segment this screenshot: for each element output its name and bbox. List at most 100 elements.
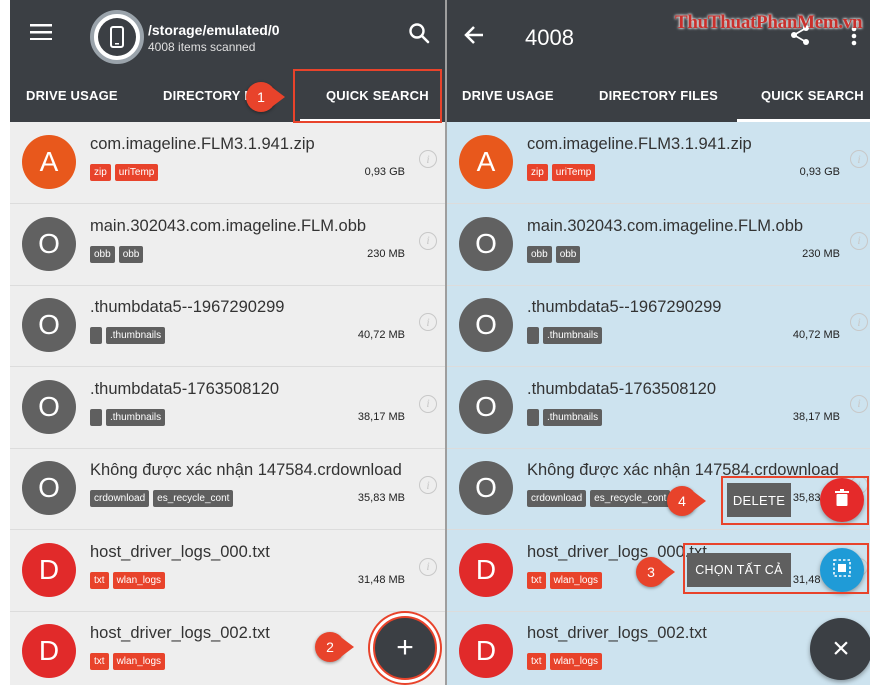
file-tag: obb xyxy=(118,245,144,263)
file-tag: txt xyxy=(527,653,546,670)
list-item[interactable]: O .thumbdata5--1967290299 .thumbnails 40,72… xyxy=(447,285,870,367)
list-item[interactable]: Acom.imageline.FLM3.1.941.zip zip uriTemp 0… xyxy=(10,122,445,204)
right-tab-bar: DRIVE USAGE DIRECTORY FILES QUICK SEARCH xyxy=(447,70,870,122)
callout-2: 2 xyxy=(315,632,345,662)
file-name: .thumbdata5--1967290299 xyxy=(90,298,285,316)
file-size: 0,93 GB xyxy=(799,166,840,178)
file-size: 38,17 MB xyxy=(792,410,840,423)
selection-count: 4008 xyxy=(525,25,574,50)
left-gutter xyxy=(0,0,10,685)
file-tag: .thumbnails xyxy=(543,408,603,426)
menu-icon[interactable] xyxy=(30,24,52,41)
add-fab[interactable]: + xyxy=(373,616,437,680)
file-tag xyxy=(527,327,539,344)
file-tags: obb obb xyxy=(90,245,144,263)
info-icon[interactable]: i xyxy=(850,313,868,331)
close-icon: × xyxy=(832,632,850,665)
file-name: main.302043.com.imageline.FLM.obb xyxy=(90,216,367,235)
list-item[interactable]: Acom.imageline.FLM3.1.941.zip zip uriTemp 0… xyxy=(447,122,870,204)
file-tag: wlan_logs xyxy=(549,653,603,670)
info-icon[interactable]: i xyxy=(419,476,437,494)
list-item[interactable]: Dhost_driver_logs_000.txt txt wlan_logs 31,… xyxy=(10,530,445,612)
file-tags: crdownload es_recycle_cont xyxy=(90,490,234,507)
file-tag: uriTemp xyxy=(551,164,596,181)
close-fab[interactable]: × xyxy=(810,618,870,680)
file-avatar: A xyxy=(459,135,513,189)
file-tag: .thumbnails xyxy=(543,327,603,344)
callout-3: 3 xyxy=(636,557,666,587)
file-avatar: O xyxy=(22,379,76,434)
list-item[interactable]: Omain.302043.com.imageline.FLM.obb obb obb… xyxy=(447,204,870,286)
file-name: host_driver_logs_002.txt xyxy=(527,624,707,642)
scan-count: 4008 items scanned xyxy=(148,40,256,54)
info-icon[interactable]: i xyxy=(419,150,437,168)
list-item[interactable]: O .thumbdata5-1763508120 .thumbnails 38,17 … xyxy=(10,367,445,449)
file-avatar: D xyxy=(22,542,76,597)
info-icon[interactable]: i xyxy=(419,231,437,250)
file-tag: wlan_logs xyxy=(112,653,166,670)
watermark: ThuThuatPhanMem.vn xyxy=(675,12,863,33)
file-size: 230 MB xyxy=(367,247,405,260)
file-tags: .thumbnails xyxy=(527,327,603,344)
file-size: 38,17 MB xyxy=(357,410,405,423)
right-toolbar: 4008 ThuThuatPhanMem.vn xyxy=(447,0,870,70)
file-size: 35,83 MB xyxy=(357,492,405,504)
file-tag: .thumbnails xyxy=(106,408,166,426)
list-item[interactable]: O Không được xác nhận 147584.crdownload cr… xyxy=(10,448,445,530)
file-tag: txt xyxy=(527,571,546,589)
file-tag xyxy=(90,327,102,344)
file-tag: wlan_logs xyxy=(112,571,166,589)
info-icon[interactable]: i xyxy=(419,313,437,331)
tab-directory-files[interactable]: DIRECTORY F xyxy=(163,88,252,103)
file-tag: es_recycle_cont xyxy=(590,490,671,507)
file-size: 40,72 MB xyxy=(357,329,405,341)
file-name: com.imageline.FLM3.1.941.zip xyxy=(527,135,752,153)
highlight-box-quick-search xyxy=(293,69,442,123)
highlight-box-select-all xyxy=(683,543,869,594)
file-tag xyxy=(90,408,102,426)
list-item[interactable]: Dhost_driver_logs_002.txttxtwlan_logs31,… xyxy=(447,611,870,685)
file-tags: txt wlan_logs xyxy=(527,653,603,670)
tab-directory-files[interactable]: DIRECTORY FILES xyxy=(599,88,718,103)
tab-drive-usage[interactable]: DRIVE USAGE xyxy=(462,88,554,103)
callout-4-tip xyxy=(694,492,706,510)
file-tags: txt wlan_logs xyxy=(90,653,166,670)
search-icon[interactable] xyxy=(408,22,430,49)
list-item[interactable]: O .thumbdata5--1967290299 .thumbnails 40,72… xyxy=(10,285,445,367)
info-icon[interactable]: i xyxy=(850,150,868,168)
file-tag xyxy=(527,408,539,426)
file-avatar: O xyxy=(22,216,76,271)
file-size: 0,93 GB xyxy=(364,166,405,178)
list-item[interactable]: Omain.302043.com.imageline.FLM.obb obb obb… xyxy=(10,204,445,286)
callout-1: 1 xyxy=(246,82,276,112)
file-avatar: D xyxy=(459,542,513,597)
phone-icon xyxy=(90,10,144,64)
file-name: host_driver_logs_002.txt xyxy=(90,624,270,642)
info-icon[interactable]: i xyxy=(850,231,868,250)
file-avatar: D xyxy=(22,624,76,678)
list-item[interactable]: O .thumbdata5-1763508120 .thumbnails 38,17 … xyxy=(447,367,870,449)
file-tags: zip uriTemp xyxy=(527,164,596,181)
file-name: com.imageline.FLM3.1.941.zip xyxy=(90,135,315,153)
add-icon: + xyxy=(396,631,414,664)
file-tag: zip xyxy=(527,164,548,181)
file-name: .thumbdata5-1763508120 xyxy=(527,379,716,398)
back-icon[interactable] xyxy=(464,26,484,49)
file-name: .thumbdata5--1967290299 xyxy=(527,298,722,316)
file-tag: crdownload xyxy=(90,490,150,507)
info-icon[interactable]: i xyxy=(850,394,868,413)
file-avatar: O xyxy=(459,461,513,515)
file-tag: txt xyxy=(90,653,109,670)
highlight-box-delete xyxy=(721,476,869,525)
tab-drive-usage[interactable]: DRIVE USAGE xyxy=(26,88,118,103)
file-name: main.302043.com.imageline.FLM.obb xyxy=(527,216,804,235)
info-icon[interactable]: i xyxy=(419,394,437,413)
file-avatar: O xyxy=(459,216,513,271)
storage-path: /storage/emulated/0 xyxy=(148,22,280,38)
info-icon[interactable]: i xyxy=(419,557,437,576)
file-avatar: D xyxy=(459,624,513,678)
file-tag: txt xyxy=(90,571,109,589)
tab-quick-search[interactable]: QUICK SEARCH xyxy=(761,88,864,103)
callout-2-tip xyxy=(342,638,354,656)
file-tag: wlan_logs xyxy=(549,571,603,589)
